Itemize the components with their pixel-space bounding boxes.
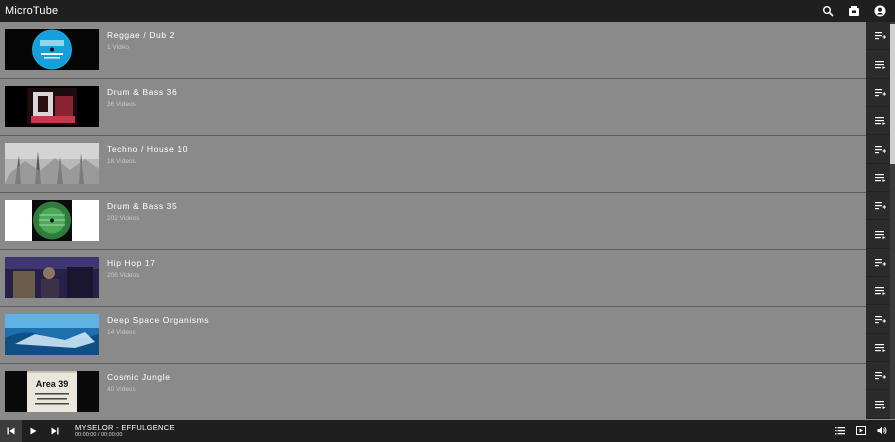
account-icon[interactable] [873,4,887,18]
playlist-add-icon [875,372,886,380]
playlist-count: 14 Videos [107,329,136,336]
volume-button[interactable] [877,422,887,440]
playlist-meta: Hip Hop 17 206 Videos [107,258,156,279]
playlist-title: Deep Space Organisms [107,315,210,325]
app-title: MicroTube [5,5,59,17]
player-bar: MYSELOR - EFFULGENCE 00:00:00 / 00:00:00 [0,420,895,442]
skip-previous-icon [7,427,15,435]
playlist-thumbnail: Area 39 [5,371,99,412]
playlist-thumbnail [5,143,99,184]
play-icon [30,427,37,435]
queue-icon [875,117,886,126]
video-toggle-button[interactable] [856,422,866,440]
playlist-add-icon [875,145,886,153]
now-playing-title: MYSELOR - EFFULGENCE [75,422,175,432]
playlist-meta: Techno / House 10 18 Videos [107,144,188,165]
playlist-row[interactable]: Deep Space Organisms 14 Videos [0,307,866,364]
playlist-add-icon [875,315,886,323]
playlist-thumbnail [5,314,99,355]
queue-icon [875,173,886,182]
queue-icon [875,287,886,296]
playlist-count: 18 Videos [107,158,136,165]
playlist-count: 206 Videos [107,272,140,279]
playlist-meta: Deep Space Organisms 14 Videos [107,315,209,336]
playlist-meta: Reggae / Dub 2 1 Video [107,30,175,51]
search-icon[interactable] [821,4,835,18]
playlist-add-icon [875,32,886,40]
top-actions [821,4,887,18]
svg-text:Area 39: Area 39 [36,379,69,389]
playlist-add-icon [875,202,886,210]
play-button[interactable] [22,420,44,442]
queue-column [866,22,895,419]
playlist-thumbnail [5,86,99,127]
playlist-title: Drum & Bass 36 [107,87,178,97]
playlist-meta: Drum & Bass 35 202 Videos [107,201,177,222]
playlist-row[interactable]: Techno / House 10 18 Videos [0,136,866,193]
playlist-count: 1 Video [107,44,129,51]
playlist-thumbnail [5,29,99,70]
player-actions [835,422,887,440]
top-bar: MicroTube [0,0,895,22]
playlist-title: Reggae / Dub 2 [107,30,175,40]
volume-icon [877,426,887,435]
playlist-add-icon [875,88,886,97]
scrollbar-thumb[interactable] [890,24,895,164]
playback-time: 00:00:00 / 00:00:00 [75,432,123,438]
queue-icon [875,400,886,409]
playlist-row[interactable]: Drum & Bass 35 202 Videos [0,193,866,250]
now-playing: MYSELOR - EFFULGENCE 00:00:00 / 00:00:00 [75,422,175,439]
playlist-title: Hip Hop 17 [107,258,156,268]
playlist-title: Techno / House 10 [107,144,189,154]
app-window: MicroTube Reggae / Dub 2 1 Video Drum & … [0,0,895,442]
playlist-row[interactable]: Drum & Bass 36 36 Videos [0,79,866,136]
playlist-count: 202 Videos [107,215,140,222]
queue-icon [875,343,886,352]
list-icon [835,427,845,435]
video-icon [856,426,866,435]
scrollbar[interactable] [890,22,895,419]
queue-icon [875,230,886,239]
next-button[interactable] [44,420,66,442]
playlist-thumbnail [5,200,99,241]
playlist-row[interactable]: Area 39 Cosmic Jungle 40 Videos [0,364,866,419]
playlist-title: Cosmic Jungle [107,372,171,382]
playlist-count: 40 Videos [107,386,136,393]
queue-list-button[interactable] [835,422,845,440]
playlist-row[interactable]: Reggae / Dub 2 1 Video [0,22,866,79]
queue-icon [875,60,886,69]
playlist-meta: Drum & Bass 36 36 Videos [107,87,177,108]
skip-next-icon [51,427,59,435]
playlist-row[interactable]: Hip Hop 17 206 Videos [0,250,866,307]
playlist-count: 36 Videos [107,101,136,108]
playlist-thumbnail [5,257,99,298]
previous-button[interactable] [0,420,22,442]
playlist-meta: Cosmic Jungle 40 Videos [107,372,171,393]
media-library-icon[interactable] [847,4,861,18]
playlist-list: Reggae / Dub 2 1 Video Drum & Bass 36 36… [0,22,866,419]
playlist-title: Drum & Bass 35 [107,201,178,211]
playlist-add-icon [875,258,886,267]
